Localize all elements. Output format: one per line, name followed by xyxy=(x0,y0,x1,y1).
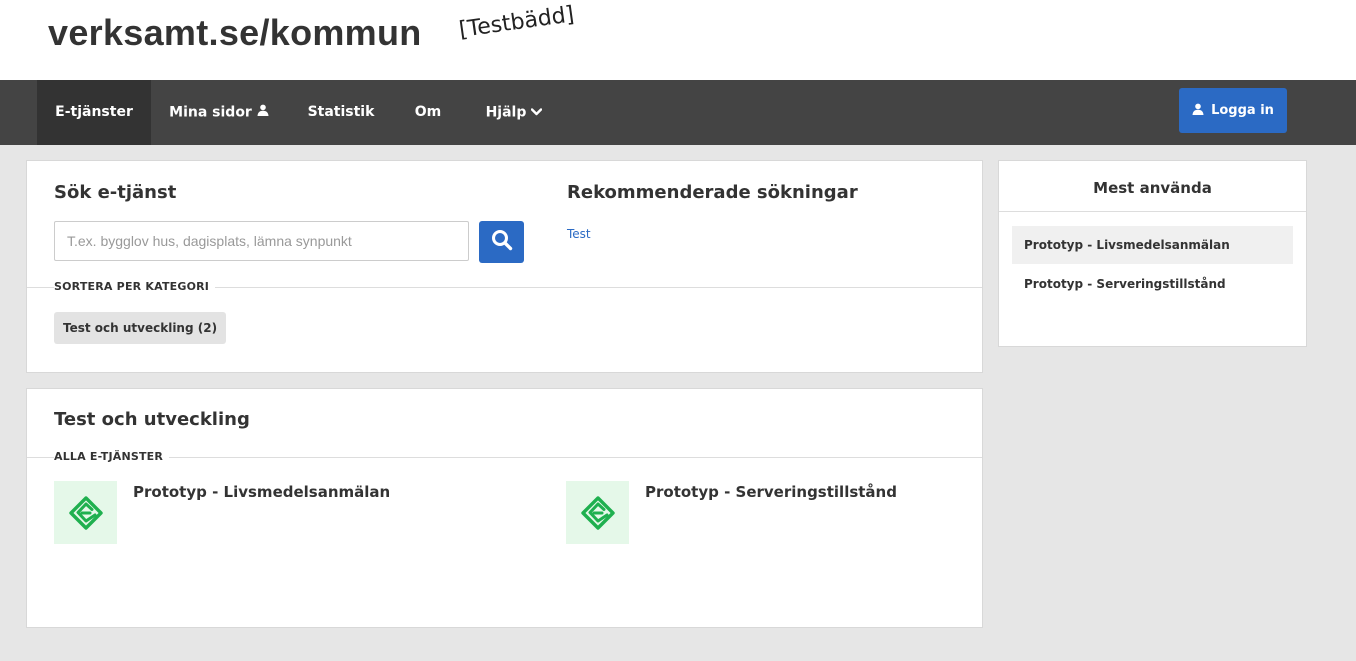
service-name[interactable]: Prototyp - Serveringstillstånd xyxy=(645,483,897,501)
search-icon xyxy=(491,229,513,256)
e-service-logo-icon xyxy=(566,481,629,544)
recommended-link[interactable]: Test xyxy=(567,227,591,241)
login-button[interactable]: Logga in xyxy=(1179,88,1287,133)
sort-by-category-label: SORTERA PER KATEGORI xyxy=(54,280,216,293)
most-used-item[interactable]: Prototyp - Livsmedelsanmälan xyxy=(1012,226,1293,264)
environment-badge: [Testbädd] xyxy=(457,2,576,43)
category-services-panel: Test och utveckling ALLA E-TJÄNSTER Prot… xyxy=(26,388,983,628)
search-title: Sök e-tjänst xyxy=(54,182,177,203)
divider xyxy=(27,457,982,458)
nav-item-e-tjanster[interactable]: E-tjänster xyxy=(37,80,151,145)
most-used-title: Mest använda xyxy=(1093,179,1212,197)
nav-item-hjalp[interactable]: Hjälp xyxy=(474,80,554,145)
nav-item-label: Statistik xyxy=(307,104,375,120)
nav-item-label: Hjälp xyxy=(485,104,527,121)
most-used-panel: Mest använda Prototyp - Livsmedelsanmäla… xyxy=(998,160,1307,347)
nav-item-mina-sidor[interactable]: Mina sidor xyxy=(162,80,276,145)
main-navbar: E-tjänster Mina sidor Statistik Om Hjälp xyxy=(0,80,1356,145)
chevron-down-icon xyxy=(531,80,543,145)
user-icon xyxy=(257,80,269,145)
category-title: Test och utveckling xyxy=(54,409,250,430)
service-name[interactable]: Prototyp - Livsmedelsanmälan xyxy=(133,483,390,501)
divider xyxy=(999,211,1306,212)
nav-item-label: E-tjänster xyxy=(55,104,133,120)
nav-item-label: Mina sidor xyxy=(169,104,252,121)
login-label: Logga in xyxy=(1211,103,1274,118)
search-button[interactable] xyxy=(479,221,524,263)
nav-item-statistik[interactable]: Statistik xyxy=(296,80,386,145)
nav-item-label: Om xyxy=(414,104,442,120)
all-services-label: ALLA E-TJÄNSTER xyxy=(54,450,170,463)
most-used-item[interactable]: Prototyp - Serveringstillstånd xyxy=(1012,265,1293,303)
search-panel: Sök e-tjänst Rekommenderade sökningar Te… xyxy=(26,160,983,373)
user-icon xyxy=(1192,103,1204,119)
search-input[interactable] xyxy=(54,221,469,261)
site-title[interactable]: verksamt.se/kommun xyxy=(48,12,422,54)
recommended-title: Rekommenderade sökningar xyxy=(567,182,858,203)
category-chip[interactable]: Test och utveckling (2) xyxy=(54,312,227,344)
e-service-logo-icon xyxy=(54,481,117,544)
site-header: verksamt.se/kommun [Testbädd] xyxy=(0,0,1356,80)
nav-item-om[interactable]: Om xyxy=(400,80,456,145)
